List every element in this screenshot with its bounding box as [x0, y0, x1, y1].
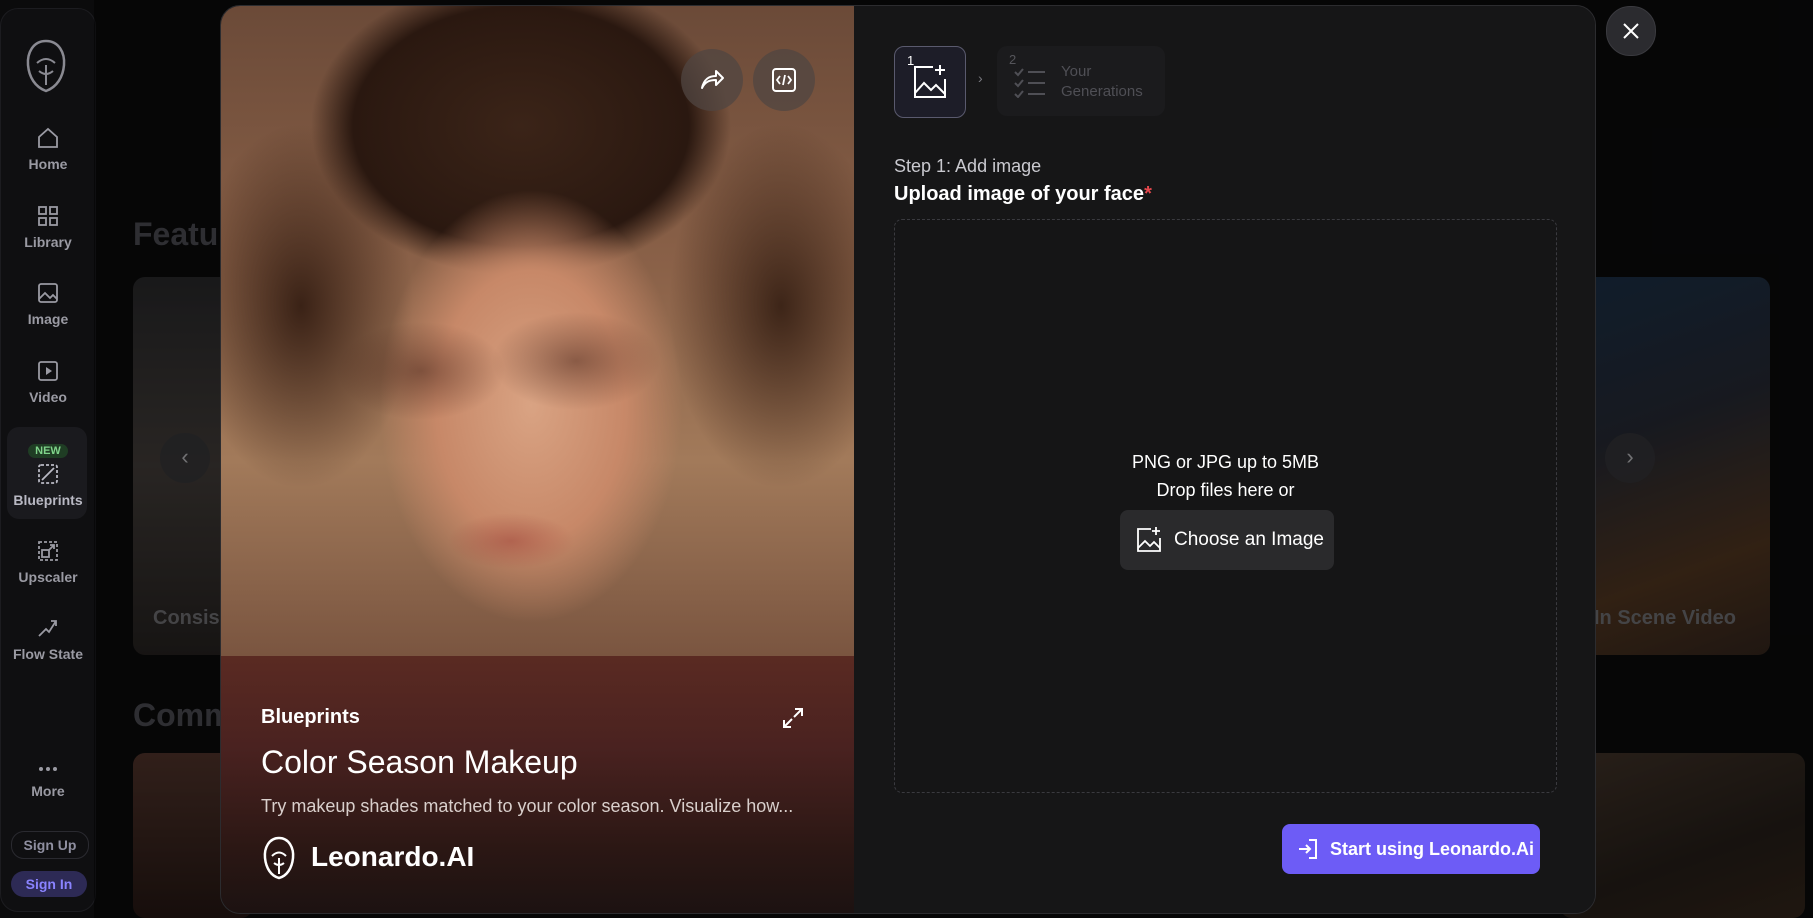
share-button[interactable]	[681, 49, 743, 111]
embed-button[interactable]	[753, 49, 815, 111]
blueprint-modal: Blueprints Color Season Makeup Try makeu…	[220, 5, 1596, 914]
sidebar-item-label: Image	[27, 311, 69, 327]
image-dropzone[interactable]: PNG or JPG up to 5MB Drop files here or …	[894, 219, 1557, 793]
add-image-icon	[914, 65, 946, 98]
step-1-add-image[interactable]: 1	[894, 46, 966, 118]
upload-title: Upload image of your face*	[894, 183, 1152, 206]
step-label: Step 1: Add image	[894, 156, 1042, 176]
blueprint-title: Color Season Makeup	[261, 744, 578, 780]
required-mark: *	[1144, 183, 1152, 205]
image-icon	[38, 283, 58, 303]
preview-image	[221, 6, 854, 656]
sidebar-item-label: Library	[24, 234, 72, 250]
expand-icon[interactable]	[781, 706, 805, 730]
code-icon	[772, 68, 796, 92]
sidebar-item-label: Upscaler	[18, 569, 78, 585]
sidebar-item-home[interactable]: Home	[1, 126, 95, 172]
step-2-label-line1: Your	[1061, 63, 1092, 80]
checklist-icon	[1014, 68, 1045, 98]
add-image-icon	[1137, 527, 1161, 552]
new-badge: NEW	[28, 444, 68, 458]
dropzone-drop-text: Drop files here or	[1156, 480, 1295, 500]
sign-up-button[interactable]: Sign Up	[11, 831, 89, 859]
blueprint-icon	[38, 464, 58, 484]
flow-icon	[38, 620, 57, 637]
sidebar-item-label: Flow State	[12, 646, 83, 662]
upscaler-icon	[38, 541, 58, 561]
sidebar-item-more[interactable]: More	[1, 761, 95, 799]
leonardo-logo[interactable]	[23, 39, 69, 93]
video-icon	[38, 361, 58, 381]
upload-title-text: Upload image of your face	[894, 183, 1145, 205]
start-using-label: Start using Leonardo.Ai	[1330, 839, 1535, 859]
sign-in-button[interactable]: Sign In	[11, 871, 87, 897]
sidebar-item-flow-state[interactable]: Flow State	[1, 616, 95, 662]
sidebar: Home Library Image Video NEW Blueprints …	[0, 8, 96, 912]
start-using-button[interactable]: Start using Leonardo.Ai	[1282, 824, 1540, 874]
step-2-your-generations: 2 Your Generations	[997, 46, 1165, 116]
home-icon	[38, 127, 58, 148]
more-icon	[39, 767, 57, 771]
sidebar-item-image[interactable]: Image	[1, 281, 95, 327]
sidebar-item-library[interactable]: Library	[1, 204, 95, 250]
choose-image-label: Choose an Image	[1174, 529, 1324, 550]
blueprint-category: Blueprints	[261, 706, 360, 728]
brand-name: Leonardo.AI	[311, 841, 475, 872]
sign-in-icon	[1299, 839, 1317, 859]
leonardo-logo-icon	[263, 836, 295, 880]
sidebar-item-video[interactable]: Video	[1, 359, 95, 405]
blueprint-description: Try makeup shades matched to your color …	[261, 796, 794, 816]
sidebar-item-label: Video	[29, 389, 67, 405]
step-2-label: Your Generations	[1061, 62, 1143, 102]
sidebar-item-label: Home	[28, 156, 68, 172]
close-modal-button[interactable]	[1606, 6, 1656, 56]
blueprint-preview: Blueprints Color Season Makeup Try makeu…	[221, 6, 854, 913]
sidebar-item-label: More	[31, 783, 65, 799]
upload-panel: 1 › 2 Your Generations Step 1: Add image…	[854, 6, 1595, 913]
preview-image-fade	[221, 656, 854, 913]
step-2-label-line2: Generations	[1061, 83, 1143, 100]
sidebar-item-upscaler[interactable]: Upscaler	[1, 539, 95, 585]
choose-image-button[interactable]: Choose an Image	[1120, 510, 1334, 570]
chevron-right-icon: ›	[978, 70, 983, 86]
sidebar-item-label: Blueprints	[13, 492, 83, 508]
dropzone-formats: PNG or JPG up to 5MB	[1131, 452, 1320, 472]
close-icon	[1623, 23, 1639, 39]
share-icon	[701, 70, 724, 89]
sidebar-item-blueprints[interactable]: NEW Blueprints	[1, 441, 95, 508]
grid-icon	[38, 206, 58, 226]
step-number: 2	[1009, 52, 1017, 67]
